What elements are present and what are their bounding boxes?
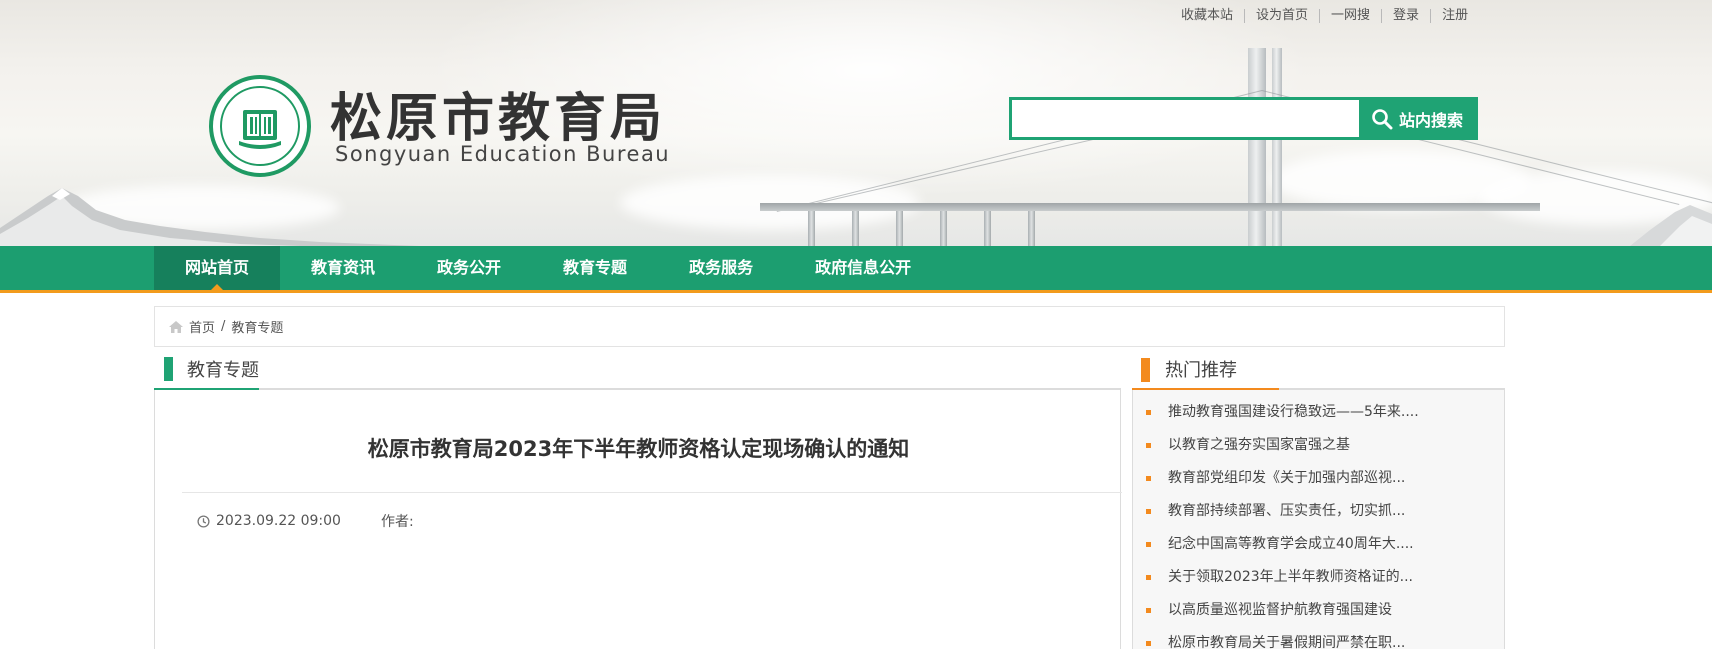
nav-item-home[interactable]: 网站首页 bbox=[154, 246, 281, 290]
list-item[interactable]: 推动教育强国建设行稳致远——5年来.... bbox=[1133, 396, 1506, 429]
bridge-tower bbox=[1272, 48, 1282, 246]
search-button-label: 站内搜索 bbox=[1398, 110, 1463, 130]
section-title: 教育专题 bbox=[187, 360, 259, 381]
search-button[interactable]: 站内搜索 bbox=[1359, 100, 1475, 137]
hot-recommendations-list: 推动教育强国建设行稳致远——5年来.... 以教育之强夯实国家富强之基 教育部党… bbox=[1133, 396, 1506, 649]
search-icon bbox=[1372, 108, 1393, 129]
nav-item-government-affairs[interactable]: 政务公开 bbox=[406, 246, 532, 290]
login-link[interactable]: 登录 bbox=[1381, 9, 1430, 23]
section-marker bbox=[164, 357, 173, 381]
main-nav: 网站首页 教育资讯 政务公开 教育专题 政务服务 政府信息公开 bbox=[0, 246, 1712, 293]
article-title: 松原市教育局2023年下半年教师资格认定现场确认的通知 bbox=[367, 437, 910, 461]
bridge-pier bbox=[808, 211, 815, 246]
article-datetime: 2023.09.22 09:00 bbox=[216, 513, 341, 529]
list-item[interactable]: 以高质量巡视监督护航教育强国建设 bbox=[1133, 594, 1506, 627]
list-item[interactable]: 以教育之强夯实国家富强之基 bbox=[1133, 429, 1506, 462]
nav-item-education-topics[interactable]: 教育专题 bbox=[532, 246, 658, 290]
search-input[interactable] bbox=[1012, 100, 1359, 137]
article-meta: 2023.09.22 09:00 作者: bbox=[197, 511, 414, 531]
hot-recommendations-panel: 推动教育强国建设行稳致远——5年来.... 以教育之强夯实国家富强之基 教育部党… bbox=[1132, 390, 1505, 649]
list-item[interactable]: 关于领取2023年上半年教师资格证的... bbox=[1133, 561, 1506, 594]
bridge-pier bbox=[940, 211, 947, 246]
top-utility-links: 收藏本站 设为首页 一网搜 登录 注册 bbox=[1170, 6, 1479, 26]
article-panel: 松原市教育局2023年下半年教师资格认定现场确认的通知 2023.09.22 0… bbox=[154, 390, 1122, 649]
breadcrumb-home-link[interactable]: 首页 bbox=[189, 317, 215, 336]
list-item[interactable]: 松原市教育局关于暑假期间严禁在职... bbox=[1133, 627, 1506, 649]
bridge-deck bbox=[760, 203, 1540, 211]
mountain-right-illustration bbox=[1630, 205, 1712, 246]
clock-icon bbox=[197, 514, 210, 528]
breadcrumb-separator: / bbox=[221, 319, 226, 334]
bridge-tower bbox=[1248, 48, 1266, 246]
breadcrumb: 首页 / 教育专题 bbox=[154, 306, 1505, 347]
logo-title: 松原市教育局 bbox=[330, 88, 667, 149]
logo-subtitle: Songyuan Education Bureau bbox=[335, 142, 671, 166]
list-item[interactable]: 教育部持续部署、压实责任，切实抓... bbox=[1133, 495, 1506, 528]
one-net-search-link[interactable]: 一网搜 bbox=[1319, 9, 1381, 23]
main-nav-items: 网站首页 教育资讯 政务公开 教育专题 政务服务 政府信息公开 bbox=[154, 246, 942, 290]
mountain-left-illustration bbox=[0, 188, 420, 246]
sidebar-header: 热门推荐 bbox=[1132, 354, 1505, 390]
nav-item-government-services[interactable]: 政务服务 bbox=[658, 246, 784, 290]
bridge-pier bbox=[896, 211, 903, 246]
logo-emblem[interactable] bbox=[209, 75, 311, 177]
list-item[interactable]: 纪念中国高等教育学会成立40周年大.... bbox=[1133, 528, 1506, 561]
main-section-header: 教育专题 bbox=[154, 354, 1121, 390]
nav-item-education-news[interactable]: 教育资讯 bbox=[280, 246, 406, 290]
article-author-label: 作者: bbox=[380, 514, 414, 530]
home-icon bbox=[169, 320, 183, 333]
bridge-pier bbox=[852, 211, 859, 246]
sidebar-title: 热门推荐 bbox=[1165, 360, 1237, 381]
book-emblem-icon bbox=[239, 110, 281, 149]
register-link[interactable]: 注册 bbox=[1430, 9, 1479, 23]
bridge-pier bbox=[1028, 211, 1035, 246]
article-divider bbox=[182, 492, 1122, 493]
bridge-pier bbox=[984, 211, 991, 246]
bookmark-site-link[interactable]: 收藏本站 bbox=[1170, 9, 1244, 23]
header-banner: 收藏本站 设为首页 一网搜 登录 注册 松原市教育局 Songyuan Educ… bbox=[0, 0, 1712, 246]
nav-item-government-info-disclosure[interactable]: 政府信息公开 bbox=[784, 246, 942, 290]
list-item[interactable]: 教育部党组印发《关于加强内部巡视... bbox=[1133, 462, 1506, 495]
set-homepage-link[interactable]: 设为首页 bbox=[1244, 9, 1319, 23]
site-search: 站内搜索 bbox=[1009, 97, 1478, 140]
sidebar-marker bbox=[1141, 358, 1150, 382]
breadcrumb-current[interactable]: 教育专题 bbox=[231, 317, 283, 336]
